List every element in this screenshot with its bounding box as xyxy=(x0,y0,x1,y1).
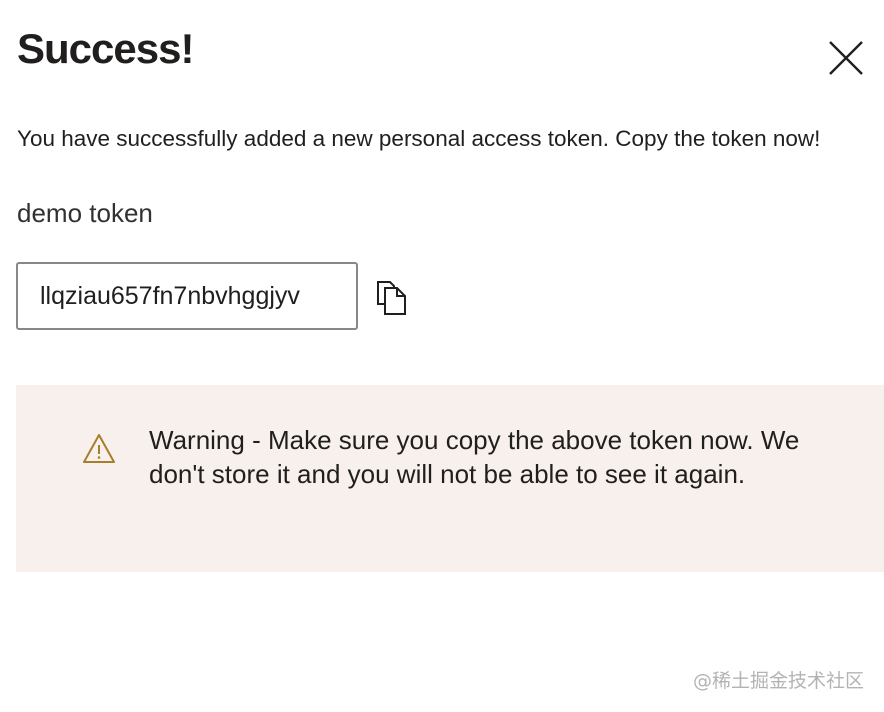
token-value-field[interactable] xyxy=(16,262,358,330)
warning-icon xyxy=(83,434,115,463)
success-message: You have successfully added a new person… xyxy=(17,126,821,151)
dialog-title: Success! xyxy=(17,25,194,72)
token-name: demo token xyxy=(17,198,153,228)
dialog: Success! You have successfully added a n… xyxy=(0,0,884,712)
copy-token-button[interactable] xyxy=(372,278,412,318)
copy-icon xyxy=(377,281,406,315)
warning-text: Warning - Make sure you copy the above t… xyxy=(149,425,800,489)
watermark: @稀土掘金技术社区 xyxy=(692,670,864,692)
close-button[interactable] xyxy=(826,38,866,78)
close-icon xyxy=(829,41,863,75)
